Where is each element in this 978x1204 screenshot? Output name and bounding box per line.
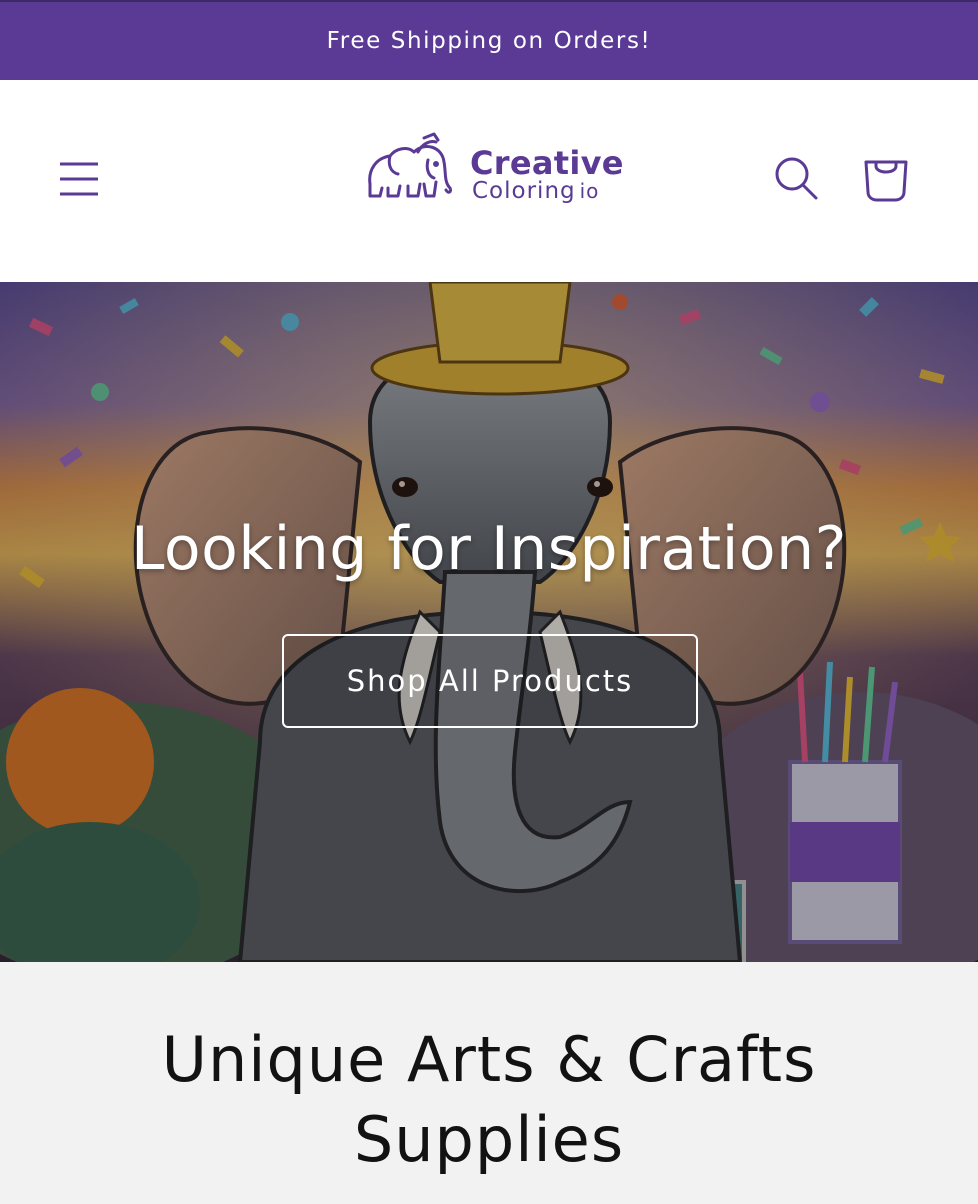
logo-wordmark-suffix: io (579, 179, 600, 203)
hero-banner: Looking for Inspiration? Shop All Produc… (0, 282, 978, 962)
shop-all-products-button[interactable]: Shop All Products (282, 634, 698, 728)
site-header: Creative Coloring io (0, 80, 978, 282)
cart-icon (864, 160, 908, 202)
hero-title: Looking for Inspiration? (131, 514, 847, 584)
cart-button[interactable] (858, 150, 914, 210)
featured-section: Unique Arts & Crafts Supplies (0, 962, 978, 1204)
logo-wordmark-coloring-text: Coloring (472, 178, 576, 204)
search-button[interactable] (770, 152, 826, 208)
hero-overlay (0, 282, 978, 962)
site-logo[interactable]: Creative Coloring io (364, 132, 624, 216)
announcement-bar: Free Shipping on Orders! (0, 0, 978, 80)
menu-button[interactable] (50, 150, 110, 210)
elephant-icon (368, 132, 452, 198)
logo-wordmark-creative: Creative (470, 144, 624, 182)
menu-icon (60, 162, 98, 196)
search-icon (775, 157, 818, 200)
section-title: Unique Arts & Crafts Supplies (0, 1020, 978, 1180)
section-title-line-1: Unique Arts & Crafts (161, 1023, 817, 1096)
logo-wordmark-coloring: Coloring io (472, 178, 599, 204)
announcement-text: Free Shipping on Orders! (326, 28, 652, 54)
section-title-line-2: Supplies (353, 1103, 625, 1176)
